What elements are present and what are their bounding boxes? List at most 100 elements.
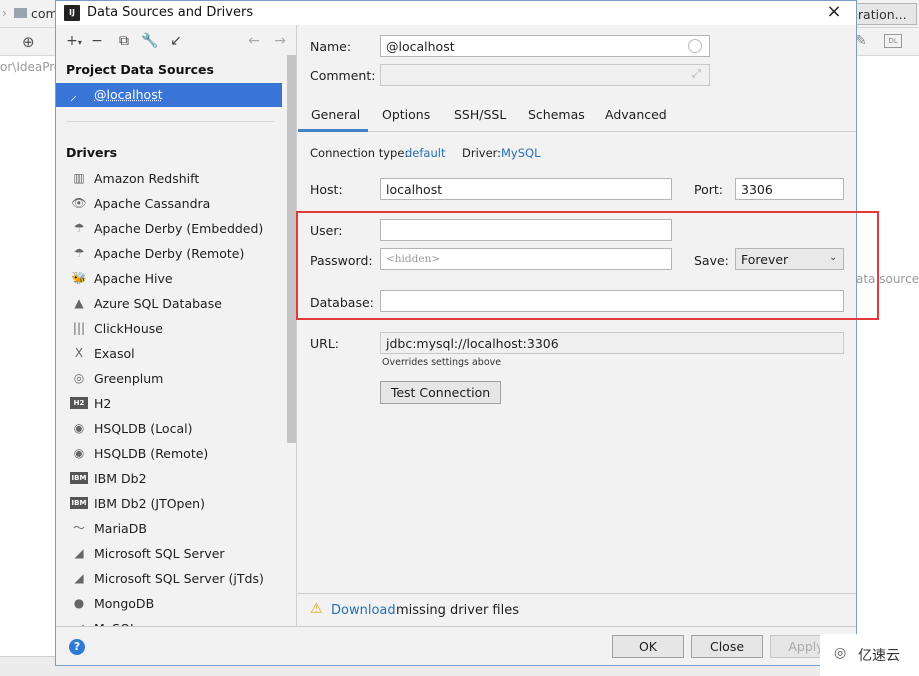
driver-icon: ◉ (73, 446, 85, 460)
driver-icon: ☂ (73, 221, 85, 235)
divider (66, 121, 274, 122)
driver-icon: ◎ (73, 371, 85, 385)
driver-link[interactable]: MySQL (501, 146, 541, 160)
driver-icon: ◢ (74, 571, 84, 585)
driver-item[interactable]: 👁 Apache Cassandra (56, 191, 282, 216)
driver-label: HSQLDB (Local) (94, 421, 193, 436)
url-label: URL: (310, 336, 340, 351)
ddl-icon[interactable]: DL (884, 34, 902, 48)
active-tab-indicator (298, 129, 368, 132)
driver-item[interactable]: ◢ Microsoft SQL Server (jTds) (56, 566, 282, 591)
data-source-label: @localhost (94, 87, 163, 102)
driver-item[interactable]: ◢ Microsoft SQL Server (56, 541, 282, 566)
test-connection-button[interactable]: Test Connection (380, 381, 501, 404)
driver-icon: ☂ (73, 246, 85, 260)
driver-label: IBM Db2 (94, 471, 147, 486)
name-input[interactable]: @localhost (380, 35, 710, 57)
driver-item[interactable]: ◉ HSQLDB (Remote) (56, 441, 282, 466)
name-label: Name: (310, 39, 352, 54)
driver-item[interactable]: IBM IBM Db2 (56, 466, 282, 491)
driver-item[interactable]: ● MongoDB (56, 591, 282, 616)
close-button[interactable]: Close (691, 635, 763, 658)
driver-icon: ▥ (73, 171, 85, 185)
watermark-logo-icon: ◎ (834, 645, 847, 661)
driver-icon: IBM (70, 472, 88, 484)
driver-icon: 🐝 (71, 271, 87, 285)
driver-label: H2 (94, 396, 112, 411)
forward-arrow-icon[interactable]: → (270, 31, 290, 51)
driver-item[interactable]: ▲ Azure SQL Database (56, 291, 282, 316)
driver-label: MariaDB (94, 521, 147, 536)
driver-icon: 〜 (72, 521, 85, 535)
copy-icon[interactable]: ⧉ (114, 31, 134, 51)
warning-text: missing driver files (396, 603, 520, 618)
driver-item[interactable]: ◢MySQL (56, 616, 282, 626)
close-icon[interactable]: × (822, 1, 846, 25)
driver-item[interactable]: ▥ Amazon Redshift (56, 166, 282, 191)
driver-item[interactable]: ||| ClickHouse (56, 316, 282, 341)
url-input[interactable]: jdbc:mysql://localhost:3306 (380, 332, 844, 354)
url-hint: Overrides settings above (382, 357, 502, 368)
help-icon[interactable]: ? (69, 639, 85, 655)
connection-type-label: Connection type: (310, 146, 409, 160)
driver-item[interactable]: 〜 MariaDB (56, 516, 282, 541)
driver-item[interactable]: H2 H2 (56, 391, 282, 416)
footer-divider (56, 626, 856, 627)
ok-button[interactable]: OK (612, 635, 684, 658)
download-link[interactable]: Download (331, 603, 396, 618)
driver-label: Microsoft SQL Server (94, 546, 225, 561)
mysql-dolphin-icon: ⸝ (70, 88, 77, 104)
project-data-sources-header: Project Data Sources (66, 62, 214, 77)
remove-icon[interactable]: − (87, 31, 107, 51)
data-sources-tree-panel: +▾ − ⧉ 🔧 ↙ ← → Project Data Sources ⸝ @l… (56, 25, 297, 626)
connection-type-link[interactable]: default (405, 146, 445, 160)
color-circle-icon[interactable] (688, 39, 702, 53)
driver-label: IBM Db2 (JTOpen) (94, 496, 205, 511)
add-icon[interactable]: +▾ (64, 31, 84, 51)
tab-general[interactable]: General (311, 107, 360, 122)
driver-label: Amazon Redshift (94, 171, 200, 186)
import-icon[interactable]: ↙ (166, 31, 186, 51)
breadcrumb-project[interactable]: com (31, 6, 58, 21)
driver-icon: ◢ (74, 546, 84, 560)
crosshair-icon[interactable]: ⊕ (22, 33, 35, 51)
host-label: Host: (310, 182, 343, 197)
comment-label: Comment: (310, 68, 376, 83)
driver-icon: 👁 (71, 196, 87, 210)
port-label: Port: (694, 182, 723, 197)
comment-input[interactable] (380, 64, 710, 86)
tab-ssh-ssl[interactable]: SSH/SSL (454, 107, 506, 122)
driver-label: Exasol (94, 346, 135, 361)
host-input[interactable]: localhost (380, 178, 672, 200)
driver-icon: X (74, 346, 84, 360)
data-source-settings-panel: Name: @localhost Comment: ⤢ General Opti… (298, 25, 856, 626)
driver-item[interactable]: X Exasol (56, 341, 282, 366)
driver-label: Apache Derby (Embedded) (94, 221, 264, 236)
port-input[interactable]: 3306 (735, 178, 844, 200)
driver-label: ClickHouse (94, 321, 163, 336)
intellij-logo-icon: IJ (64, 5, 80, 21)
driver-item[interactable]: 🐝 Apache Hive (56, 266, 282, 291)
chevron-right-icon: › (2, 6, 7, 20)
expand-icon[interactable]: ⤢ (692, 67, 701, 81)
data-source-item-localhost[interactable]: ⸝ @localhost (56, 83, 282, 107)
back-arrow-icon[interactable]: ← (244, 31, 264, 51)
tab-schemas[interactable]: Schemas (528, 107, 585, 122)
scrollbar[interactable] (287, 55, 296, 443)
tab-advanced[interactable]: Advanced (605, 107, 667, 122)
driver-icon: ● (73, 596, 85, 610)
edit-configurations-label: uration... (850, 7, 907, 22)
wrench-icon[interactable]: 🔧 (140, 31, 160, 51)
tab-options[interactable]: Options (382, 107, 430, 122)
driver-icon: H2 (70, 397, 88, 409)
driver-item[interactable]: ◎ Greenplum (56, 366, 282, 391)
driver-item[interactable]: ☂ Apache Derby (Embedded) (56, 216, 282, 241)
driver-icon: IBM (70, 497, 88, 509)
driver-item[interactable]: IBM IBM Db2 (JTOpen) (56, 491, 282, 516)
folder-icon (14, 8, 27, 18)
driver-item[interactable]: ◉ HSQLDB (Local) (56, 416, 282, 441)
driver-icon: ||| (72, 321, 86, 335)
driver-item[interactable]: ☂ Apache Derby (Remote) (56, 241, 282, 266)
driver-label: Microsoft SQL Server (jTds) (94, 571, 264, 586)
tabs-divider (298, 131, 856, 132)
